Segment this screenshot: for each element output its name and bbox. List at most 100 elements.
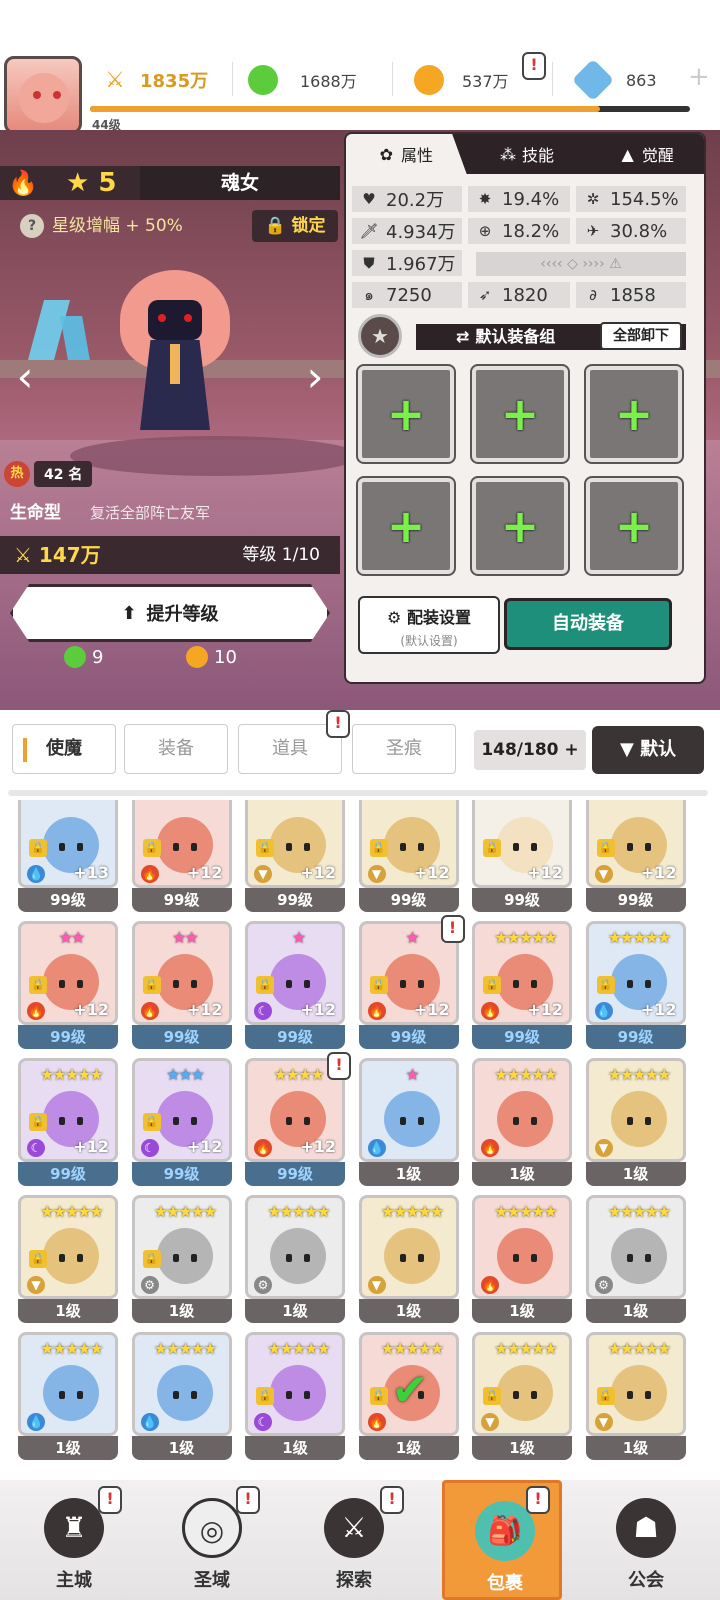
power-resource: ⚔ 1835万 [100, 62, 208, 98]
inventory-count[interactable]: 148/180 + [474, 730, 586, 770]
equip-slot-belt[interactable]: + [356, 476, 456, 576]
familiar-eye [190, 980, 197, 988]
main-city-alert-icon[interactable]: ! [98, 1486, 122, 1514]
familiar-card[interactable]: ★★★★★ ▼ 1级 [358, 1195, 459, 1323]
nav-guild[interactable]: ☗ 公会 [586, 1480, 706, 1600]
familiar-card[interactable]: ★ 💧 1级 [358, 1058, 459, 1186]
familiar-card[interactable]: +12 🔒 99级 [472, 800, 572, 912]
stat-crit-damage-value: 154.5% [610, 188, 679, 210]
familiar-card[interactable]: ★★★★★ ⚙ 🔒 1级 [131, 1195, 232, 1323]
familiar-figure [610, 1228, 667, 1284]
familiar-card[interactable]: +12 ▼ 🔒 99级 [245, 800, 345, 912]
auto-equip-button[interactable]: 自动装备 [504, 598, 672, 650]
sort-dropdown[interactable]: ▼ 默认 [592, 726, 704, 774]
familiar-card[interactable]: ★★ +12 🔥 🔒 99级 [18, 921, 118, 1049]
familiar-card[interactable]: ★★★★★ ⚙ 1级 [245, 1195, 345, 1323]
tab-equipment[interactable]: 装备 [124, 724, 228, 774]
familiar-card[interactable]: ★★★★★ 🔥 1级 [472, 1058, 572, 1186]
loadout-config-button[interactable]: ⚙ 配装设置 (默认设置) [358, 596, 500, 654]
upgrade-level-button[interactable]: ⬆ 提升等级 [10, 584, 330, 642]
star-rating: ★★★ [165, 1065, 205, 1084]
nav-bag-label: 包裹 [487, 1573, 523, 1594]
familiar-card[interactable]: +12 ▼ 🔒 99级 [585, 800, 686, 912]
enhance-level: +12 [73, 1000, 109, 1019]
bag-alert-icon[interactable]: ! [526, 1486, 550, 1514]
familiar-card[interactable]: ★★★★★ 🔥 1级 [472, 1195, 572, 1323]
familiar-card[interactable]: ★★★★★ 💧 1级 [18, 1332, 118, 1460]
familiar-card[interactable]: ★★★★★ 💧 1级 [131, 1332, 232, 1460]
tab-awaken[interactable]: ▲ 觉醒 [587, 134, 704, 174]
familiar-card[interactable]: +12 🔥 🔒 99级 [131, 800, 232, 912]
familiar-portrait: +12 🔒 [472, 800, 572, 888]
familiar-eye [513, 843, 519, 851]
familiar-card[interactable]: +12 ▼ 🔒 99级 [358, 800, 459, 912]
items-alert-icon[interactable]: ! [326, 710, 350, 738]
gold-alert-icon[interactable]: ! [522, 52, 546, 80]
equip-slot-boots[interactable]: + [584, 476, 684, 576]
familiar-eye [172, 1117, 179, 1125]
tab-attributes[interactable]: ✿ 属性 [346, 134, 467, 174]
add-crystal-icon[interactable]: + [688, 62, 710, 92]
tab-stigmata[interactable]: 圣痕 [352, 724, 456, 774]
card-alert-icon[interactable]: ! [327, 1052, 351, 1080]
familiar-level: 1级 [18, 1436, 118, 1460]
familiar-card[interactable]: +13 💧 🔒 99级 [18, 800, 118, 912]
familiar-eye [399, 1254, 406, 1262]
familiar-card[interactable]: ★★★★ +12 🔥 99级! [245, 1052, 351, 1186]
familiar-card[interactable]: ★★★ +12 ☾ 🔒 99级 [131, 1058, 232, 1186]
familiar-card[interactable]: ★★★★★ ▼ 1级 [585, 1058, 686, 1186]
sanctuary-alert-icon[interactable]: ! [236, 1486, 260, 1514]
fire-element-icon: 🔥 [8, 169, 38, 197]
fire-element-icon: 🔥 [140, 1002, 159, 1020]
familiar-card[interactable]: ★★★★★ ▼ 🔒 1级 [472, 1332, 572, 1460]
familiar-card[interactable]: ★★★★★ ⚙ 1级 [585, 1195, 686, 1323]
stat-extra-2-value: 1820 [502, 284, 548, 306]
familiar-eye [77, 1391, 83, 1399]
equip-slot-armor[interactable]: + [584, 364, 684, 464]
familiar-portrait: ★★★★★ 🔥 [472, 1195, 572, 1299]
star-rating: ★★★★★ [40, 1065, 104, 1084]
equip-slot-necklace[interactable]: + [470, 476, 570, 576]
familiar-card[interactable]: ★★ +12 🔥 🔒 99级 [131, 921, 232, 1049]
familiar-card[interactable]: ★★★★★ ☾ 🔒 1级 [245, 1332, 345, 1460]
resource-divider [552, 62, 553, 96]
star-rating: ★★★★★ [380, 1202, 445, 1221]
equip-slot-helmet[interactable]: + [470, 364, 570, 464]
familiar-card[interactable]: ★ +12 ☾ 🔒 99级 [245, 921, 345, 1049]
familiar-card[interactable]: ★ +12 🔥 🔒 99级! [358, 915, 465, 1049]
explore-alert-icon[interactable]: ! [380, 1486, 404, 1514]
player-avatar[interactable] [4, 56, 82, 134]
unload-all-button[interactable]: 全部卸下 [600, 322, 682, 350]
card-alert-icon[interactable]: ! [440, 915, 465, 943]
plus-icon: + [500, 387, 540, 441]
star-boost[interactable]: ? 星级增幅 + 50% [20, 212, 183, 240]
crosshair-icon: ⊕ [478, 222, 492, 240]
familiar-card[interactable]: ★★★★★ ▼ 🔒 1级 [585, 1332, 686, 1460]
next-hero-arrow-icon[interactable]: › [300, 352, 330, 402]
familiar-eye [644, 843, 651, 851]
question-icon[interactable]: ? [20, 214, 44, 238]
hidden-stats-stripe[interactable]: ‹‹‹‹ ◇ ›››› ⚠ [476, 252, 686, 276]
familiar-card[interactable]: ★★★★★ +12 💧 🔒 99级 [585, 921, 686, 1049]
familiar-card[interactable]: ★★★★★ +12 ☾ 🔒 99级 [18, 1058, 118, 1186]
tab-familiars[interactable]: 使魔 [12, 724, 116, 774]
hero-eye [158, 314, 166, 322]
familiar-eye [77, 1117, 83, 1125]
prev-hero-arrow-icon[interactable]: ‹ [10, 352, 40, 402]
familiar-card[interactable]: ★★★★★ +12 🔥 🔒 99级 [472, 921, 572, 1049]
familiar-card[interactable]: ★★★★★ ▼ 🔒 1级 [18, 1195, 118, 1323]
popularity-rank[interactable]: 热 42 名 [4, 460, 93, 488]
familiar-portrait: ★★★★★ 💧 [18, 1332, 118, 1436]
equip-slot-weapon[interactable]: + [356, 364, 456, 464]
familiar-eye [417, 980, 424, 988]
shield-icon: ⛊ [363, 254, 375, 272]
stat-attack-value: 4.934万 [386, 222, 456, 243]
lock-button[interactable]: 🔒 锁定 [252, 210, 338, 242]
fire-element-icon: 🔥 [481, 1276, 499, 1294]
enhance-level: +12 [300, 1000, 336, 1019]
familiar-card[interactable]: ★★★★★ 🔥 🔒 ✔ 1级 [358, 1332, 459, 1460]
familiar-eye [513, 1117, 519, 1125]
lock-icon: 🔒 [29, 839, 47, 857]
tab-skills[interactable]: ⁂ 技能 [467, 134, 588, 174]
up-arrow-icon: ⬆ [121, 602, 137, 624]
